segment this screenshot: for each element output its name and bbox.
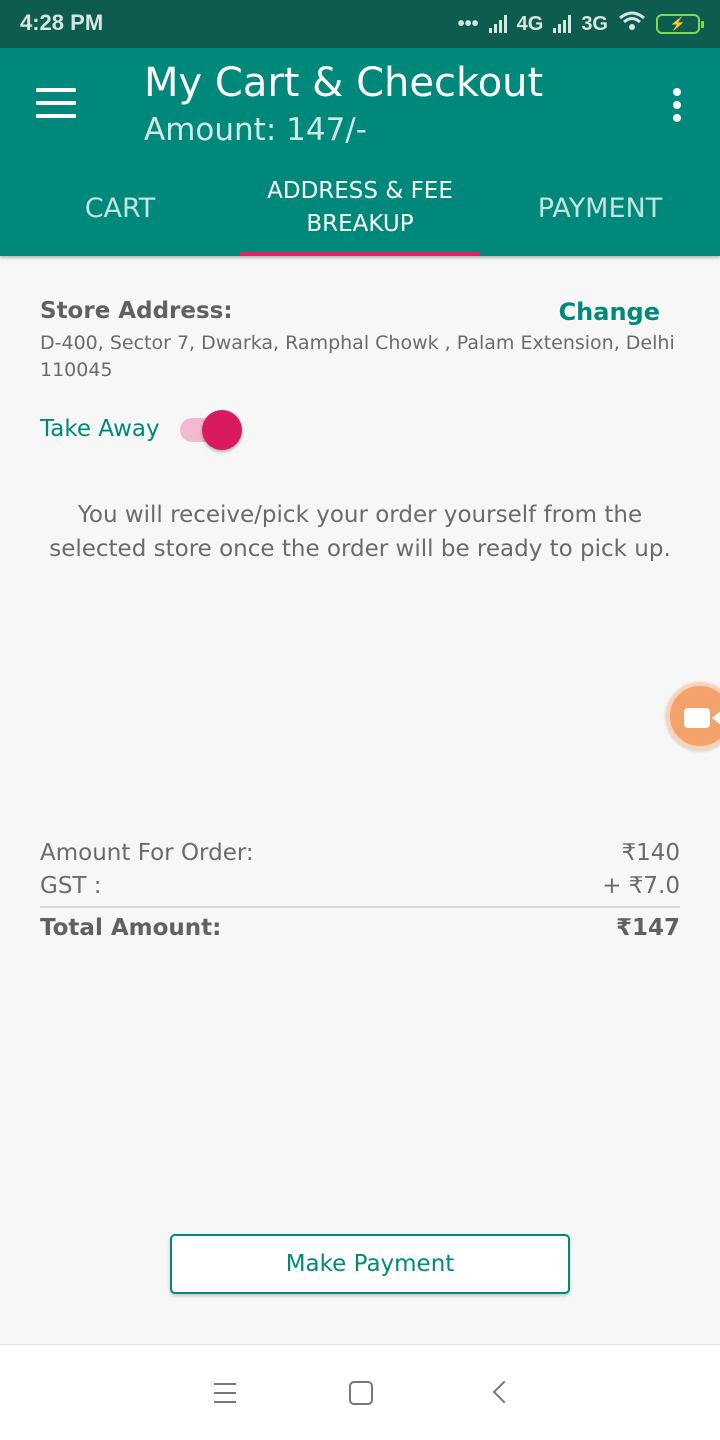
system-nav-bar <box>0 1344 720 1440</box>
home-icon[interactable] <box>349 1381 373 1405</box>
store-address-text: D-400, Sector 7, Dwarka, Ramphal Chowk ,… <box>40 332 675 381</box>
back-icon[interactable] <box>492 1380 516 1404</box>
video-camera-lens-icon <box>712 710 720 726</box>
network-3g-label: 3G <box>581 12 608 35</box>
app-bar: My Cart & Checkout Amount: 147/- <box>0 48 720 160</box>
fee-row-order: Amount For Order: ₹140 <box>40 836 680 869</box>
battery-icon: ⚡ <box>656 14 704 34</box>
switch-thumb <box>202 410 242 450</box>
page-title: My Cart & Checkout <box>144 60 544 106</box>
video-call-button[interactable] <box>666 682 720 750</box>
amount-subtitle: Amount: 147/- <box>144 112 367 148</box>
take-away-switch[interactable] <box>178 410 246 450</box>
more-vert-icon[interactable] <box>672 88 682 122</box>
tab-cart-label: CART <box>84 192 156 224</box>
tab-payment[interactable]: PAYMENT <box>480 160 720 256</box>
store-address-label: Store Address: <box>40 298 233 324</box>
fee-row-gst: GST : + ₹7.0 <box>40 869 680 902</box>
hamburger-menu-icon[interactable] <box>36 88 76 118</box>
take-away-label: Take Away <box>40 416 160 442</box>
pickup-note: You will receive/pick your order yoursel… <box>49 502 671 562</box>
fee-breakup: Amount For Order: ₹140 GST : + ₹7.0 Tota… <box>40 836 680 948</box>
gst-value: + ₹7.0 <box>602 872 680 899</box>
tab-cart[interactable]: CART <box>0 160 240 256</box>
checkout-tabs: CART ADDRESS & FEE BREAKUP PAYMENT <box>0 160 720 256</box>
fee-row-total: Total Amount: ₹147 <box>40 908 680 948</box>
status-time: 4:28 PM <box>20 10 104 35</box>
recent-apps-icon[interactable] <box>214 1383 236 1403</box>
tab-payment-label: PAYMENT <box>537 192 663 224</box>
more-dots-icon: ••• <box>457 12 479 35</box>
total-amount-value: ₹147 <box>615 915 680 941</box>
signal-icon <box>488 15 507 33</box>
tab-address-fee-breakup[interactable]: ADDRESS & FEE BREAKUP <box>240 160 480 256</box>
status-bar: 4:28 PM ••• 4G 3G ⚡ <box>0 0 720 48</box>
change-store-link[interactable]: Change <box>559 298 660 326</box>
order-amount-label: Amount For Order: <box>40 839 254 866</box>
order-amount-value: ₹140 <box>621 839 680 866</box>
make-payment-button[interactable]: Make Payment <box>170 1234 570 1294</box>
network-4g-label: 4G <box>516 12 544 35</box>
signal-icon-2 <box>553 15 572 33</box>
wifi-icon <box>618 10 646 38</box>
total-amount-label: Total Amount: <box>40 915 222 941</box>
video-camera-icon <box>684 708 710 728</box>
tab-address-label: ADDRESS & FEE BREAKUP <box>267 178 453 237</box>
gst-label: GST : <box>40 872 102 899</box>
status-indicators: ••• 4G 3G ⚡ <box>457 10 704 38</box>
